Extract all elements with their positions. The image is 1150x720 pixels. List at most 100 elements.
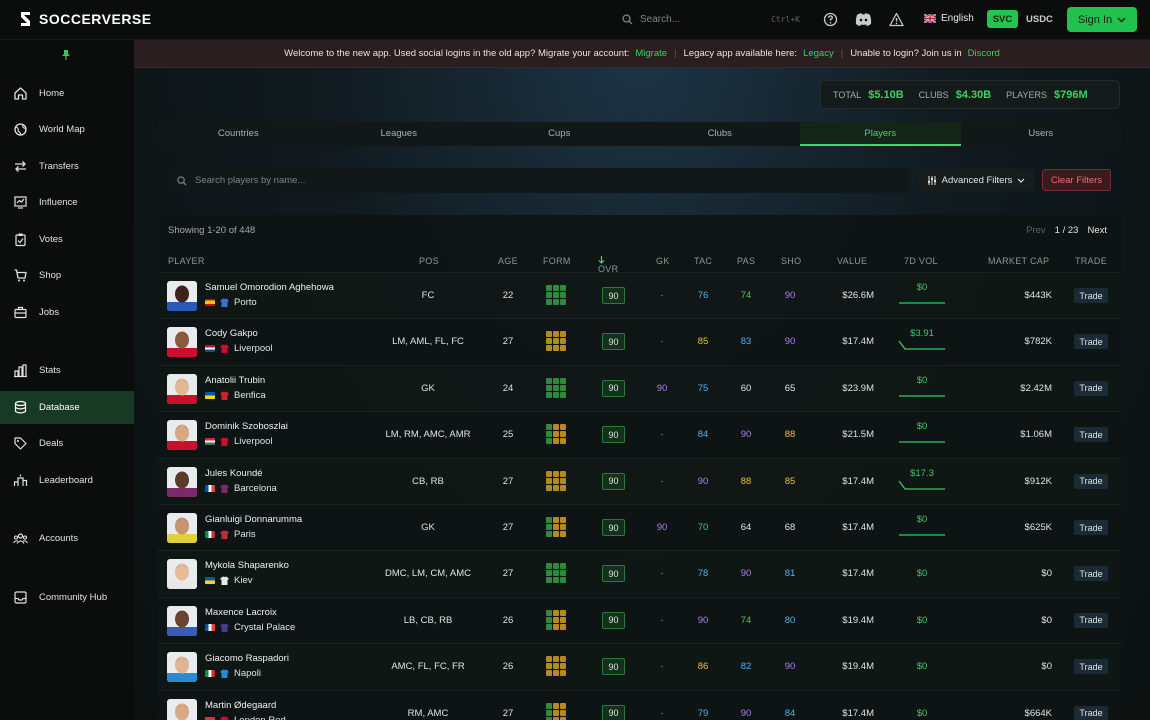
migrate-link[interactable]: Migrate [635, 48, 667, 59]
sidebar-item-community-hub[interactable]: Community Hub [0, 581, 134, 614]
tab-users[interactable]: Users [961, 122, 1122, 146]
clear-filters-button[interactable]: Clear Filters [1042, 169, 1111, 191]
trade-button[interactable]: Trade [1074, 705, 1108, 720]
sidebar-item-accounts[interactable]: Accounts [0, 522, 134, 555]
player-name[interactable]: Anatolii Trubin [205, 375, 265, 386]
sidebar-item-database[interactable]: Database [0, 391, 134, 424]
pin-icon[interactable] [61, 49, 71, 61]
player-name[interactable]: Dominik Szoboszlai [205, 421, 288, 432]
sidebar-item-stats[interactable]: Stats [0, 354, 134, 387]
header-7d-vol[interactable]: 7D VOL [904, 256, 938, 266]
header-form[interactable]: FORM [543, 256, 571, 266]
tab-cups[interactable]: Cups [479, 122, 640, 146]
player-name[interactable]: Maxence Lacroix [205, 607, 277, 618]
table-row[interactable]: Martin Ødegaard London Red RM, AMC 27 90… [158, 689, 1121, 720]
player-avatar[interactable] [167, 559, 197, 590]
player-avatar[interactable] [167, 652, 197, 683]
trade-button[interactable]: Trade [1074, 566, 1108, 582]
header-value[interactable]: VALUE [837, 256, 867, 266]
sidebar-item-jobs[interactable]: Jobs [0, 296, 134, 329]
sidebar-item-votes[interactable]: Votes [0, 223, 134, 256]
language-selector[interactable]: English [924, 13, 974, 24]
sidebar-item-home[interactable]: Home [0, 77, 134, 110]
table-row[interactable]: Jules Koundé Barcelona CB, RB 27 90 - 90… [158, 457, 1121, 504]
alert-icon[interactable] [889, 12, 904, 27]
table-row[interactable]: Dominik Szoboszlai Liverpool LM, RM, AMC… [158, 411, 1121, 457]
header-tac[interactable]: TAC [694, 256, 712, 266]
sign-in-button[interactable]: Sign In [1067, 7, 1137, 32]
header-gk[interactable]: GK [656, 256, 670, 266]
trade-button[interactable]: Trade [1074, 334, 1108, 350]
table-row[interactable]: Anatolii Trubin Benfica GK 24 90 90 75 6… [158, 364, 1121, 411]
advanced-filters-button[interactable]: Advanced Filters [917, 169, 1035, 191]
discord-icon[interactable] [855, 12, 872, 27]
club-name[interactable]: Napoli [234, 668, 261, 679]
header-ovr[interactable]: OVR [598, 256, 618, 274]
player-name[interactable]: Gianluigi Donnarumma [205, 514, 302, 525]
player-name[interactable]: Giacomo Raspadori [205, 653, 289, 664]
club-name[interactable]: Crystal Palace [234, 622, 295, 633]
tab-leagues[interactable]: Leagues [319, 122, 480, 146]
table-row[interactable]: Giacomo Raspadori Napoli AMC, FL, FC, FR… [158, 643, 1121, 690]
header-market-cap[interactable]: MARKET CAP [988, 256, 1049, 266]
player-avatar[interactable] [167, 373, 197, 404]
table-row[interactable]: Mykola Shaparenko Kiev DMC, LM, CM, AMC … [158, 550, 1121, 597]
tab-players[interactable]: Players [800, 122, 961, 146]
table-row[interactable]: Maxence Lacroix Crystal Palace LB, CB, R… [158, 596, 1121, 643]
player-avatar[interactable] [167, 281, 197, 311]
trade-button[interactable]: Trade [1074, 520, 1108, 535]
sidebar-item-transfers[interactable]: Transfers [0, 150, 134, 183]
header-pos[interactable]: POS [419, 256, 439, 266]
brand-logo[interactable]: SOCCERVERSE [18, 10, 152, 28]
trade-button[interactable]: Trade [1074, 427, 1108, 443]
trade-button[interactable]: Trade [1074, 288, 1108, 303]
header-pas[interactable]: PAS [737, 256, 755, 266]
club-name[interactable]: Kiev [234, 575, 252, 586]
sidebar-item-shop[interactable]: Shop [0, 259, 134, 292]
player-avatar[interactable] [167, 605, 197, 636]
header-age[interactable]: AGE [498, 256, 518, 266]
sidebar-item-world-map[interactable]: World Map [0, 113, 134, 146]
trade-button[interactable]: Trade [1074, 380, 1108, 396]
club-name[interactable]: Liverpool [234, 436, 273, 447]
sidebar-item-leaderboard[interactable]: Leaderboard [0, 464, 134, 497]
header-sho[interactable]: SHO [781, 256, 801, 266]
trade-button[interactable]: Trade [1074, 473, 1108, 489]
player-avatar[interactable] [167, 466, 197, 497]
next-page-button[interactable]: Next [1087, 225, 1107, 236]
prev-page-button[interactable]: Prev [1026, 225, 1046, 236]
player-name[interactable]: Cody Gakpo [205, 328, 258, 339]
header-player[interactable]: PLAYER [168, 256, 205, 266]
player-name[interactable]: Mykola Shaparenko [205, 560, 289, 571]
legacy-link[interactable]: Legacy [803, 48, 834, 59]
club-name[interactable]: Liverpool [234, 343, 273, 354]
table-row[interactable]: Samuel Omorodion Aghehowa Porto FC 22 90… [158, 272, 1121, 318]
tab-countries[interactable]: Countries [158, 122, 319, 146]
player-avatar[interactable] [167, 513, 197, 543]
trade-button[interactable]: Trade [1074, 612, 1108, 628]
club-name[interactable]: Benfica [234, 390, 266, 401]
table-row[interactable]: Cody Gakpo Liverpool LM, AML, FL, FC 27 … [158, 318, 1121, 364]
player-avatar[interactable] [167, 698, 197, 720]
sidebar-item-deals[interactable]: Deals [0, 427, 134, 460]
player-search-input[interactable]: Search players by name... [168, 168, 909, 193]
help-icon[interactable] [823, 12, 838, 27]
player-name[interactable]: Martin Ødegaard [205, 700, 276, 711]
svc-currency-button[interactable]: SVC [987, 10, 1018, 28]
club-name[interactable]: Paris [234, 529, 256, 540]
trade-button[interactable]: Trade [1074, 659, 1108, 675]
sidebar-item-influence[interactable]: Influence [0, 186, 134, 219]
player-name[interactable]: Samuel Omorodion Aghehowa [205, 282, 334, 293]
discord-link[interactable]: Discord [968, 48, 1000, 59]
player-avatar[interactable] [167, 327, 197, 358]
club-name[interactable]: London Red [234, 715, 286, 720]
market-cap: $0 [988, 615, 1052, 626]
global-search-input[interactable]: Search... Ctrl+K [616, 8, 806, 30]
club-name[interactable]: Barcelona [234, 483, 277, 494]
player-name[interactable]: Jules Koundé [205, 468, 263, 479]
club-name[interactable]: Porto [234, 297, 257, 308]
usdc-currency-button[interactable]: USDC [1026, 14, 1053, 25]
tab-clubs[interactable]: Clubs [640, 122, 801, 146]
table-row[interactable]: Gianluigi Donnarumma Paris GK 27 90 90 7… [158, 504, 1121, 550]
player-avatar[interactable] [167, 420, 197, 451]
